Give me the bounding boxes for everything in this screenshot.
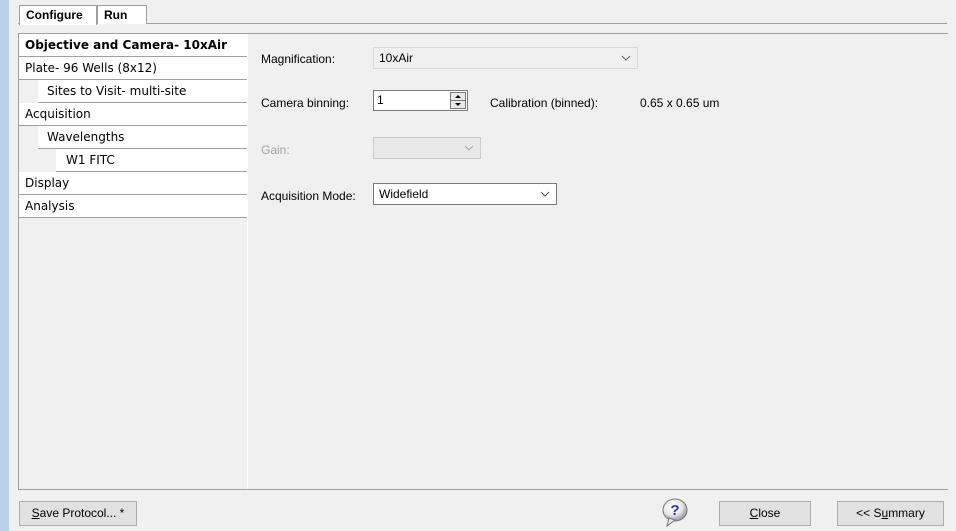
summary-label: mmary (888, 506, 925, 520)
nav-item-sites[interactable]: Sites to Visit- multi-site (38, 80, 247, 103)
acquisition-mode-value: Widefield (379, 187, 429, 201)
save-label: ave Protocol... * (39, 506, 125, 520)
window-left-edge (0, 0, 9, 531)
magnification-value: 10xAir (379, 51, 414, 65)
calibration-value: 0.65 x 0.65 um (640, 96, 720, 110)
nav-item-plate[interactable]: Plate- 96 Wells (8x12) (19, 57, 247, 80)
camera-binning-label: Camera binning: (261, 96, 350, 110)
nav-item-objective-camera[interactable]: Objective and Camera- 10xAir (19, 34, 247, 57)
summary-prefix: << S (856, 506, 882, 520)
calibration-label: Calibration (binned): (490, 96, 599, 110)
summary-button[interactable]: << Summary (837, 501, 944, 526)
acquisition-mode-label: Acquisition Mode: (261, 189, 356, 203)
nav-item-display[interactable]: Display (19, 172, 247, 195)
spin-up-icon[interactable] (451, 93, 465, 101)
magnification-label: Magnification: (261, 52, 336, 66)
chevron-down-icon (462, 138, 476, 158)
nav-item-w1-fitc[interactable]: W1 FITC (56, 149, 247, 172)
tab-run[interactable]: Run (97, 5, 147, 24)
spinner-buttons (450, 92, 466, 109)
chevron-down-icon (538, 184, 552, 204)
nav-item-acquisition[interactable]: Acquisition (19, 103, 247, 126)
gain-select (373, 137, 481, 159)
close-button[interactable]: Close (719, 501, 811, 526)
help-icon[interactable]: ? (660, 497, 690, 528)
nav-item-wavelengths[interactable]: Wavelengths (38, 126, 247, 149)
spin-down-icon[interactable] (451, 101, 465, 108)
acquisition-mode-select[interactable]: Widefield (373, 183, 557, 205)
nav-item-analysis[interactable]: Analysis (19, 195, 247, 218)
chevron-down-icon (619, 48, 633, 68)
camera-binning-value: 1 (377, 93, 384, 107)
gain-label: Gain: (261, 143, 290, 157)
close-label: lose (758, 506, 781, 520)
camera-binning-spinner[interactable]: 1 (373, 90, 468, 111)
save-protocol-button[interactable]: Save Protocol... * (19, 501, 137, 526)
svg-text:?: ? (670, 502, 679, 519)
tab-configure[interactable]: Configure (19, 5, 97, 25)
magnification-select[interactable]: 10xAir (373, 47, 638, 69)
save-accel-key: S (31, 506, 40, 520)
settings-nav: Objective and Camera- 10xAir Plate- 96 W… (19, 34, 247, 489)
tab-strip-line (18, 23, 947, 24)
